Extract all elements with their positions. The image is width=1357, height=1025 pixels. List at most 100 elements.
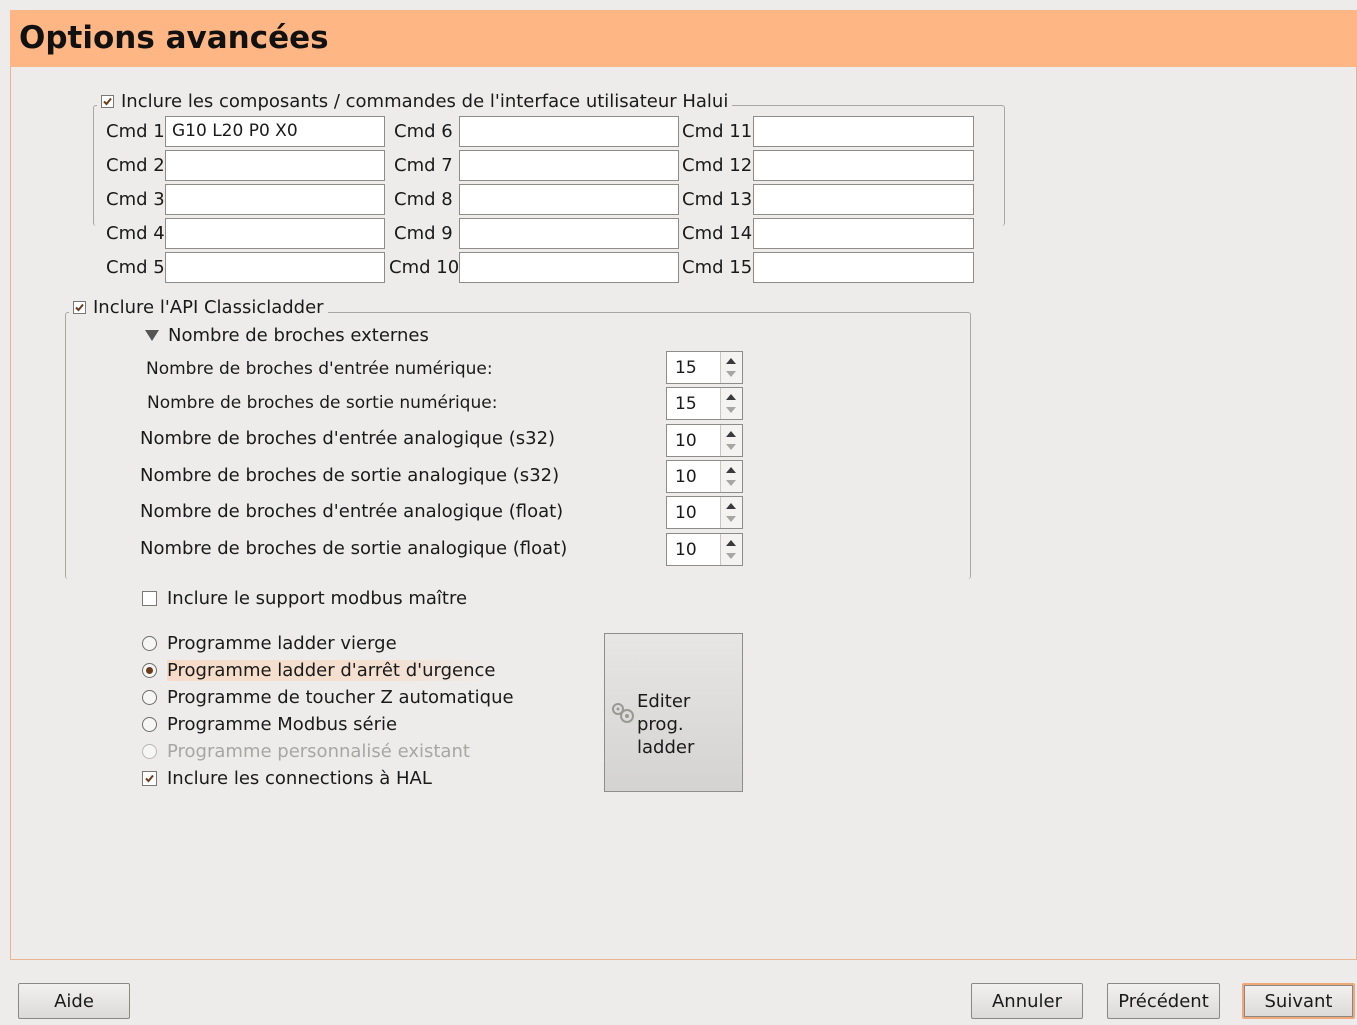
cmd-7-input[interactable]: [459, 150, 679, 181]
expander-triangle-icon[interactable]: [145, 330, 159, 341]
cmd-label: Cmd 6: [394, 121, 453, 142]
gears-icon: [612, 703, 634, 723]
spinner-value[interactable]: 10: [675, 467, 697, 487]
pin-count-label: Nombre de broches de sortie analogique (…: [140, 465, 560, 486]
cmd-label: Cmd 15: [682, 257, 753, 278]
analog-in-float-spinner[interactable]: 10: [666, 496, 743, 529]
arrow-down-icon[interactable]: [726, 444, 736, 450]
cmd-10-input[interactable]: [459, 252, 679, 283]
pins-expander-label: Nombre de broches externes: [168, 325, 429, 346]
program-option-label[interactable]: Programme ladder d'arrêt d'urgence: [167, 660, 496, 681]
cmd-label: Cmd 1: [106, 121, 165, 142]
digital-out-spinner[interactable]: 15: [666, 387, 743, 420]
program-option-label: Programme personnalisé existant: [167, 741, 470, 762]
arrow-up-icon[interactable]: [726, 540, 736, 546]
hal-connections-checkbox[interactable]: Inclure les connections à HAL: [142, 768, 432, 789]
spinner-value[interactable]: 10: [675, 431, 697, 451]
cmd-label: Cmd 12: [682, 155, 753, 176]
cmd-9-input[interactable]: [459, 218, 679, 249]
cmd-label: Cmd 13: [682, 189, 753, 210]
cmd-12-input[interactable]: [753, 150, 974, 181]
edit-button-label-1: Editer prog.: [637, 691, 691, 735]
digital-in-spinner[interactable]: 15: [666, 351, 743, 384]
analog-out-s32-spinner[interactable]: 10: [666, 460, 743, 493]
program-option-label[interactable]: Programme de toucher Z automatique: [167, 687, 514, 708]
classicladder-checkbox[interactable]: Inclure l'API Classicladder: [69, 297, 328, 318]
arrow-up-icon[interactable]: [726, 431, 736, 437]
cancel-button[interactable]: Annuler: [971, 983, 1083, 1019]
pin-count-label: Nombre de broches d'entrée analogique (s…: [140, 428, 556, 449]
spinner-value[interactable]: 10: [675, 503, 697, 523]
spinner-buttons[interactable]: [720, 461, 742, 492]
cmd-label: Cmd 11: [682, 121, 753, 142]
edit-ladder-button[interactable]: Editer prog. ladder: [604, 633, 743, 792]
checkbox-checked-icon[interactable]: [142, 771, 157, 786]
spinner-buttons[interactable]: [720, 425, 742, 456]
help-button[interactable]: Aide: [18, 983, 130, 1019]
cmd-label: Cmd 7: [394, 155, 453, 176]
pin-count-label: Nombre de broches de sortie numérique:: [147, 393, 498, 413]
cmd-8-input[interactable]: [459, 184, 679, 215]
cmd-2-input[interactable]: [165, 150, 385, 181]
cmd-label: Cmd 3: [106, 189, 165, 210]
program-radio-custom: [142, 744, 157, 759]
cmd-label: Cmd 10: [389, 257, 460, 278]
program-radio-touch-z[interactable]: [142, 690, 157, 705]
modbus-master-checkbox[interactable]: Inclure le support modbus maître: [142, 588, 467, 609]
cmd-label: Cmd 8: [394, 189, 453, 210]
cmd-label: Cmd 14: [682, 223, 753, 244]
analog-in-s32-spinner[interactable]: 10: [666, 424, 743, 457]
spinner-value[interactable]: 15: [675, 358, 697, 378]
spinner-value[interactable]: 10: [675, 540, 697, 560]
cmd-11-input[interactable]: [753, 116, 974, 147]
cmd-label: Cmd 9: [394, 223, 453, 244]
cmd-3-input[interactable]: [165, 184, 385, 215]
checkbox-checked-icon[interactable]: [73, 301, 86, 314]
cmd-1-input[interactable]: G10 L20 P0 X0: [165, 116, 385, 147]
cmd-label: Cmd 5: [106, 257, 165, 278]
hal-connections-label: Inclure les connections à HAL: [167, 768, 432, 789]
arrow-up-icon[interactable]: [726, 358, 736, 364]
modbus-master-label: Inclure le support modbus maître: [167, 588, 468, 609]
arrow-up-icon[interactable]: [726, 467, 736, 473]
arrow-up-icon[interactable]: [726, 503, 736, 509]
program-radio-estop[interactable]: [142, 663, 157, 678]
program-radio-blank[interactable]: [142, 636, 157, 651]
arrow-down-icon[interactable]: [726, 516, 736, 522]
arrow-down-icon[interactable]: [726, 371, 736, 377]
edit-button-label-2: ladder: [637, 737, 695, 758]
spinner-buttons[interactable]: [720, 534, 742, 565]
arrow-down-icon[interactable]: [726, 480, 736, 486]
cmd-15-input[interactable]: [753, 252, 974, 283]
halui-checkbox[interactable]: Inclure les composants / commandes de l'…: [97, 91, 733, 112]
spinner-buttons[interactable]: [720, 352, 742, 383]
pin-count-label: Nombre de broches d'entrée analogique (f…: [140, 501, 564, 522]
program-radio-modbus[interactable]: [142, 717, 157, 732]
program-option-label[interactable]: Programme Modbus série: [167, 714, 397, 735]
checkbox-unchecked-icon[interactable]: [142, 591, 157, 606]
pin-count-label: Nombre de broches de sortie analogique (…: [140, 538, 568, 559]
cmd-5-input[interactable]: [165, 252, 385, 283]
arrow-up-icon[interactable]: [726, 394, 736, 400]
arrow-down-icon[interactable]: [726, 407, 736, 413]
analog-out-float-spinner[interactable]: 10: [666, 533, 743, 566]
previous-button[interactable]: Précédent: [1107, 983, 1220, 1019]
arrow-down-icon[interactable]: [726, 553, 736, 559]
cmd-label: Cmd 4: [106, 223, 165, 244]
spinner-buttons[interactable]: [720, 497, 742, 528]
cmd-13-input[interactable]: [753, 184, 974, 215]
pins-expander[interactable]: Nombre de broches externes: [145, 325, 429, 346]
page-title: Options avancées: [19, 20, 329, 56]
checkbox-checked-icon[interactable]: [101, 95, 114, 108]
cmd-14-input[interactable]: [753, 218, 974, 249]
halui-checkbox-label: Inclure les composants / commandes de l'…: [121, 91, 729, 112]
cmd-4-input[interactable]: [165, 218, 385, 249]
page-header: Options avancées: [10, 10, 1357, 67]
next-button[interactable]: Suivant: [1242, 983, 1355, 1019]
cmd-6-input[interactable]: [459, 116, 679, 147]
pin-count-label: Nombre de broches d'entrée numérique:: [146, 359, 493, 379]
spinner-value[interactable]: 15: [675, 394, 697, 414]
classicladder-checkbox-label: Inclure l'API Classicladder: [93, 297, 324, 318]
program-option-label[interactable]: Programme ladder vierge: [167, 633, 397, 654]
spinner-buttons[interactable]: [720, 388, 742, 419]
